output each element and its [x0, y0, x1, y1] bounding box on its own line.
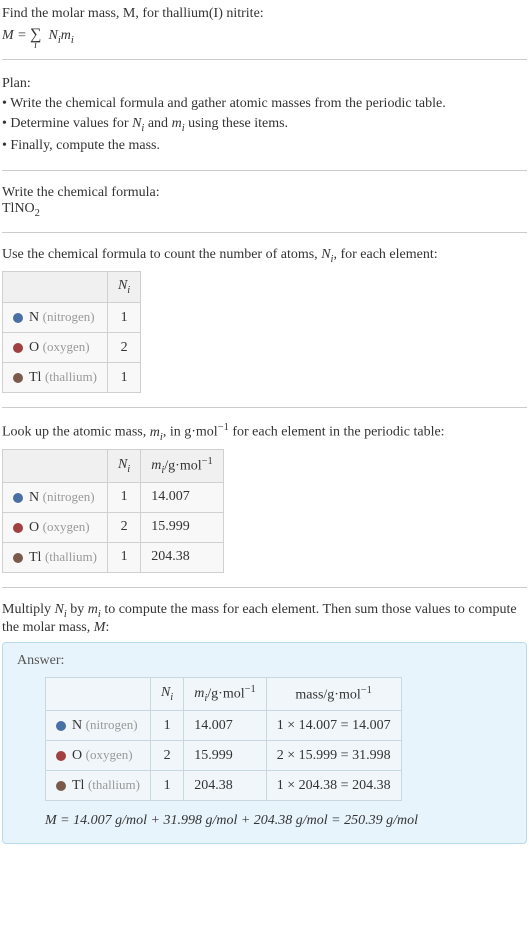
element-cell: Tl (thallium)	[3, 542, 108, 572]
answer-box: Answer: Ni mi/g·mol−1 mass/g·mol−1 N (ni…	[2, 642, 527, 844]
element-cell: N (nitrogen)	[3, 482, 108, 512]
atomic-mass-section: Look up the atomic mass, mi, in g·mol−1 …	[2, 422, 527, 573]
ni-header: Ni	[150, 677, 183, 710]
mi-header: mi/g·mol−1	[141, 449, 224, 482]
divider	[2, 170, 527, 171]
ni-header: Ni	[107, 272, 140, 303]
plan-bullet-3: • Finally, compute the mass.	[2, 136, 527, 156]
plan-heading: Plan:	[2, 74, 527, 94]
element-cell: N (nitrogen)	[3, 303, 108, 333]
table-header-row: Ni	[3, 272, 141, 303]
table-header-row: Ni mi/g·mol−1	[3, 449, 224, 482]
count-atoms-section: Use the chemical formula to count the nu…	[2, 247, 527, 393]
mi-value: 14.007	[141, 482, 224, 512]
atom-count-table: Ni N (nitrogen) 1 O (oxygen) 2 Tl (thall…	[2, 271, 141, 393]
final-result: M = 14.007 g/mol + 31.998 g/mol + 204.38…	[45, 813, 512, 829]
ni-value: 2	[150, 741, 183, 771]
table-row: Tl (thallium) 1	[3, 363, 141, 393]
answer-table: Ni mi/g·mol−1 mass/g·mol−1 N (nitrogen) …	[45, 677, 402, 801]
table-row: N (nitrogen) 1 14.007 1 × 14.007 = 14.00…	[46, 711, 402, 741]
table-row: N (nitrogen) 1	[3, 303, 141, 333]
count-heading: Use the chemical formula to count the nu…	[2, 247, 527, 265]
intro-line1: Find the molar mass, M, for thallium(I) …	[2, 4, 527, 24]
table-row: Tl (thallium) 1 204.38	[3, 542, 224, 572]
mi-value: 15.999	[141, 512, 224, 542]
nitrogen-dot-icon	[13, 313, 23, 323]
divider	[2, 407, 527, 408]
ni-value: 1	[107, 542, 140, 572]
plan-section: Plan: • Write the chemical formula and g…	[2, 74, 527, 155]
oxygen-dot-icon	[13, 343, 23, 353]
mass-header: mass/g·mol−1	[266, 677, 401, 710]
ni-value: 2	[107, 512, 140, 542]
element-cell: Tl (thallium)	[46, 771, 151, 801]
table-header-row: Ni mi/g·mol−1 mass/g·mol−1	[46, 677, 402, 710]
element-cell: O (oxygen)	[46, 741, 151, 771]
ni-header: Ni	[107, 449, 140, 482]
mi-value: 14.007	[184, 711, 267, 741]
nitrogen-dot-icon	[56, 721, 66, 731]
table-row: O (oxygen) 2 15.999 2 × 15.999 = 31.998	[46, 741, 402, 771]
table-row: Tl (thallium) 1 204.38 1 × 204.38 = 204.…	[46, 771, 402, 801]
empty-header	[3, 449, 108, 482]
molar-mass-formula: M = ∑i Nimi	[2, 26, 527, 46]
multiply-section: Multiply Ni by mi to compute the mass fo…	[2, 602, 527, 844]
table-row: N (nitrogen) 1 14.007	[3, 482, 224, 512]
atomic-mass-table: Ni mi/g·mol−1 N (nitrogen) 1 14.007 O (o…	[2, 449, 224, 573]
element-cell: N (nitrogen)	[46, 711, 151, 741]
table-row: O (oxygen) 2	[3, 333, 141, 363]
element-cell: Tl (thallium)	[3, 363, 108, 393]
ni-value: 1	[150, 711, 183, 741]
mass-value: 1 × 204.38 = 204.38	[266, 771, 401, 801]
thallium-dot-icon	[56, 781, 66, 791]
plan-bullet-1: • Write the chemical formula and gather …	[2, 94, 527, 114]
mass-heading: Look up the atomic mass, mi, in g·mol−1 …	[2, 422, 527, 442]
mi-value: 204.38	[141, 542, 224, 572]
mass-value: 2 × 15.999 = 31.998	[266, 741, 401, 771]
chemical-formula-section: Write the chemical formula: TlNO2	[2, 185, 527, 219]
divider	[2, 587, 527, 588]
oxygen-dot-icon	[56, 751, 66, 761]
nitrogen-dot-icon	[13, 493, 23, 503]
chem-formula-value: TlNO2	[2, 201, 527, 219]
ni-value: 1	[107, 363, 140, 393]
mass-value: 1 × 14.007 = 14.007	[266, 711, 401, 741]
element-cell: O (oxygen)	[3, 333, 108, 363]
element-cell: O (oxygen)	[3, 512, 108, 542]
mi-value: 15.999	[184, 741, 267, 771]
chem-formula-heading: Write the chemical formula:	[2, 185, 527, 201]
empty-header	[3, 272, 108, 303]
divider	[2, 232, 527, 233]
thallium-dot-icon	[13, 553, 23, 563]
mi-value: 204.38	[184, 771, 267, 801]
ni-value: 1	[107, 482, 140, 512]
table-row: O (oxygen) 2 15.999	[3, 512, 224, 542]
empty-header	[46, 677, 151, 710]
answer-label: Answer:	[17, 653, 512, 669]
thallium-dot-icon	[13, 373, 23, 383]
plan-bullet-2: • Determine values for Ni and mi using t…	[2, 114, 527, 136]
oxygen-dot-icon	[13, 523, 23, 533]
mi-header: mi/g·mol−1	[184, 677, 267, 710]
ni-value: 1	[107, 303, 140, 333]
ni-value: 2	[107, 333, 140, 363]
ni-value: 1	[150, 771, 183, 801]
multiply-text: Multiply Ni by mi to compute the mass fo…	[2, 602, 527, 636]
intro-section: Find the molar mass, M, for thallium(I) …	[2, 4, 527, 45]
divider	[2, 59, 527, 60]
